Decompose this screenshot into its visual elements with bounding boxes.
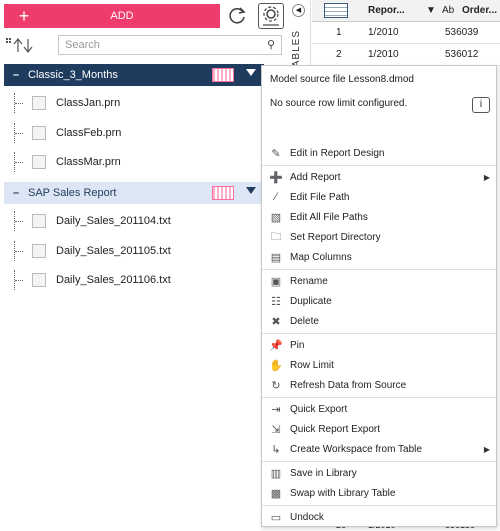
- cell-report: 1/2010: [368, 27, 399, 38]
- file-item[interactable]: Daily_Sales_201106.txt: [14, 270, 254, 290]
- menu-item-row-limit[interactable]: ✋ Row Limit: [262, 355, 496, 375]
- submenu-arrow-icon: ▶: [483, 172, 490, 182]
- submenu-arrow-icon: ▶: [483, 444, 490, 454]
- table-row[interactable]: 1 1/2010 536039: [312, 22, 500, 44]
- search-icon: ⚲: [266, 39, 275, 51]
- search-placeholder: Search: [65, 39, 100, 51]
- delete-icon: ✖: [271, 315, 281, 328]
- group-name: SAP Sales Report: [28, 187, 117, 199]
- model-source-text: Model source file Lesson8.dmod: [270, 74, 414, 85]
- row-number: 2: [336, 49, 342, 60]
- file-path-icon: ∕: [275, 191, 277, 203]
- table-row[interactable]: 2 1/2010 536012: [312, 44, 500, 66]
- file-name: ClassMar.prn: [56, 156, 121, 168]
- file-item[interactable]: ClassMar.prn: [14, 152, 254, 172]
- report-export-icon: ⇲: [271, 423, 281, 436]
- menu-item-edit-in-report-design[interactable]: ✎ Edit in Report Design: [262, 143, 496, 163]
- search-input[interactable]: Search ⚲: [58, 35, 282, 55]
- text-type-icon: Ab: [442, 5, 455, 16]
- file-name: Daily_Sales_201105.txt: [56, 245, 171, 257]
- menu-item-quick-report-export[interactable]: ⇲ Quick Report Export: [262, 419, 496, 439]
- menu-item-edit-all-file-paths[interactable]: ▧ Edit All File Paths: [262, 207, 496, 227]
- menu-item-quick-export[interactable]: ⇥ Quick Export: [262, 399, 496, 419]
- collapse-group-icon[interactable]: –: [4, 187, 28, 199]
- row-limit-info-text: No source row limit configured.: [270, 98, 408, 109]
- menu-item-duplicate[interactable]: ☷ Duplicate: [262, 291, 496, 311]
- save-library-icon: ▥: [270, 467, 282, 480]
- file-paths-icon: ▧: [270, 211, 282, 224]
- file-name: Daily_Sales_201104.txt: [56, 215, 171, 227]
- sort-caret-icon[interactable]: ▼: [426, 5, 436, 16]
- menu-item-swap-with-library[interactable]: ▩ Swap with Library Table: [262, 483, 496, 503]
- duplicate-icon: ☷: [271, 295, 281, 308]
- add-report-icon: ➕: [269, 171, 283, 184]
- undock-icon: ▭: [270, 511, 282, 524]
- column-header[interactable]: Order...: [462, 5, 497, 16]
- file-name: ClassJan.prn: [56, 97, 121, 109]
- file-icon: [32, 96, 46, 110]
- cell-order: 536039: [445, 27, 479, 38]
- pin-icon: 📌: [269, 339, 283, 352]
- row-number: 1: [336, 27, 342, 38]
- report-table-icon: [212, 68, 234, 82]
- menu-item-delete[interactable]: ✖ Delete: [262, 311, 496, 331]
- swap-library-icon: ▩: [270, 487, 282, 500]
- menu-item-add-report[interactable]: ➕ Add Report ▶: [262, 167, 496, 187]
- row-limit-icon: ✋: [269, 359, 283, 372]
- grid-header: Repor... ▼ Ab Order...: [312, 0, 500, 22]
- edit-icon: ✎: [271, 147, 281, 160]
- file-icon: [32, 273, 46, 287]
- folder-icon: 🗀: [270, 230, 282, 243]
- file-icon: [32, 126, 46, 140]
- sort-icon[interactable]: [4, 34, 54, 56]
- cell-report: 1/2010: [368, 49, 399, 60]
- menu-item-pin[interactable]: 📌 Pin: [262, 335, 496, 355]
- rename-icon: ▣: [270, 275, 282, 288]
- cell-order: 536012: [445, 49, 479, 60]
- context-menu: Model source file Lesson8.dmod No source…: [261, 65, 497, 527]
- collapse-icon[interactable]: ◀: [292, 4, 305, 17]
- menu-item-refresh-data[interactable]: ↻ Refresh Data from Source: [262, 375, 496, 395]
- add-label: ADD: [110, 10, 134, 22]
- plus-icon: +: [18, 6, 30, 26]
- report-group-header[interactable]: – Classic_3_Months: [4, 64, 264, 86]
- info-icon[interactable]: i: [472, 97, 490, 113]
- menu-item-rename[interactable]: ▣ Rename: [262, 271, 496, 291]
- file-item[interactable]: ClassJan.prn: [14, 93, 254, 113]
- workspace-icon: ↳: [271, 443, 281, 456]
- menu-item-create-workspace[interactable]: ↳ Create Workspace from Table ▶: [262, 439, 496, 459]
- collapse-group-icon[interactable]: –: [4, 69, 28, 81]
- file-item[interactable]: ClassFeb.prn: [14, 123, 254, 143]
- group-name: Classic_3_Months: [28, 69, 118, 81]
- settings-gear-icon[interactable]: [258, 3, 284, 29]
- file-item[interactable]: Daily_Sales_201104.txt: [14, 211, 254, 231]
- column-header[interactable]: Repor...: [368, 5, 405, 16]
- report-group-header[interactable]: – SAP Sales Report: [4, 182, 264, 204]
- add-button[interactable]: + ADD: [4, 4, 220, 28]
- menu-item-undock[interactable]: ▭ Undock: [262, 507, 496, 527]
- export-icon: ⇥: [271, 403, 281, 416]
- file-item[interactable]: Daily_Sales_201105.txt: [14, 241, 254, 261]
- file-icon: [32, 244, 46, 258]
- file-name: Daily_Sales_201106.txt: [56, 274, 171, 286]
- refresh-icon: ↻: [271, 379, 281, 392]
- menu-item-map-columns[interactable]: ▤ Map Columns: [262, 247, 496, 267]
- file-name: ClassFeb.prn: [56, 127, 122, 139]
- chevron-down-icon[interactable]: [246, 187, 256, 194]
- file-icon: [32, 214, 46, 228]
- file-icon: [32, 155, 46, 169]
- menu-item-set-report-directory[interactable]: 🗀 Set Report Directory: [262, 227, 496, 247]
- chevron-down-icon[interactable]: [246, 69, 256, 76]
- report-table-icon: [212, 186, 234, 200]
- map-columns-icon: ▤: [270, 251, 282, 264]
- menu-item-edit-file-path[interactable]: ∕ Edit File Path: [262, 187, 496, 207]
- menu-item-save-in-library[interactable]: ▥ Save in Library: [262, 463, 496, 483]
- refresh-icon[interactable]: [226, 5, 248, 27]
- table-filter-icon[interactable]: [324, 3, 348, 18]
